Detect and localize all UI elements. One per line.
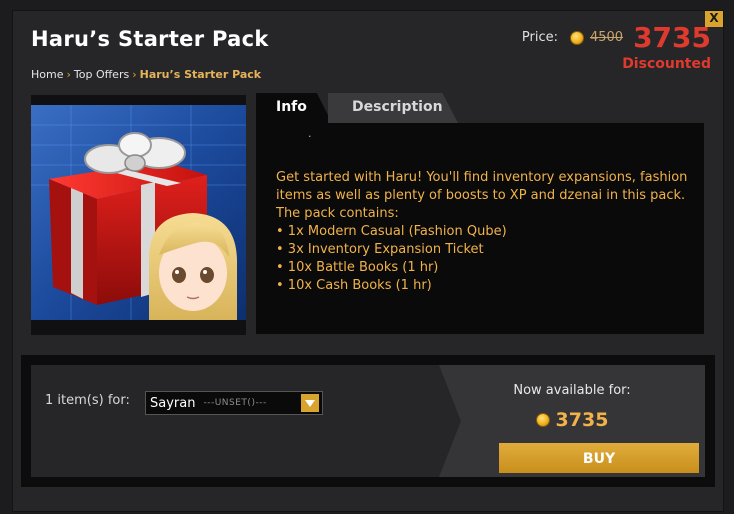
- breadcrumb: Home › Top Offers › Haru’s Starter Pack: [31, 68, 261, 81]
- page-title: Haru’s Starter Pack: [31, 27, 269, 51]
- info-line: • 10x Battle Books (1 hr): [276, 260, 439, 275]
- breadcrumb-separator: ›: [132, 68, 137, 81]
- tab-description-label: Description: [352, 99, 443, 115]
- info-line: • 3x Inventory Expansion Ticket: [276, 242, 484, 257]
- available-price: 3735: [439, 409, 705, 431]
- product-image-panel: [31, 95, 246, 335]
- recipient-hint: ---UNSET()---: [203, 398, 267, 408]
- checkout-section: Now available for: 3735 BUY: [439, 365, 705, 477]
- price-block: Price: 4500 3735 Discounted: [522, 21, 711, 72]
- old-price: 4500: [589, 30, 624, 45]
- recipient-select[interactable]: Sayran ---UNSET()---: [145, 391, 323, 415]
- breadcrumb-home[interactable]: Home: [31, 68, 63, 81]
- breadcrumb-top-offers[interactable]: Top Offers: [74, 68, 129, 81]
- available-label: Now available for:: [513, 383, 631, 398]
- tab-info[interactable]: Info: [256, 93, 332, 123]
- quantity-label: 1 item(s) for:: [45, 393, 130, 408]
- price-label: Price:: [521, 30, 558, 45]
- coin-icon: [569, 30, 584, 45]
- info-line: The pack contains:: [276, 206, 399, 221]
- available-price-amount: 3735: [555, 409, 609, 431]
- breadcrumb-current: Haru’s Starter Pack: [139, 68, 262, 81]
- info-line: Get started with Haru! You'll find inven…: [276, 170, 688, 203]
- recipient-value: Sayran: [150, 395, 196, 411]
- discount-badge: Discounted: [622, 56, 711, 72]
- coin-icon: [535, 413, 550, 427]
- purchase-bar: 1 item(s) for: Sayran ---UNSET()--- Now …: [21, 355, 715, 487]
- recipient-section: 1 item(s) for: Sayran ---UNSET()---: [31, 365, 461, 477]
- info-text: Get started with Haru! You'll find inven…: [276, 169, 696, 295]
- info-panel: . Get started with Haru! You'll find inv…: [256, 123, 704, 334]
- dropdown-arrow-icon[interactable]: [301, 394, 319, 412]
- gift-box-icon: [31, 105, 246, 320]
- tab-info-label: Info: [276, 99, 307, 115]
- info-marker: .: [308, 127, 312, 140]
- info-line: • 1x Modern Casual (Fashion Qube): [276, 224, 507, 239]
- offer-dialog: X Haru’s Starter Pack Price: 4500 3735 D…: [12, 10, 724, 512]
- buy-button[interactable]: BUY: [499, 443, 699, 473]
- breadcrumb-separator: ›: [66, 68, 71, 81]
- tab-description[interactable]: Description: [328, 93, 458, 123]
- info-line: • 10x Cash Books (1 hr): [276, 278, 432, 293]
- new-price: 3735: [633, 21, 711, 54]
